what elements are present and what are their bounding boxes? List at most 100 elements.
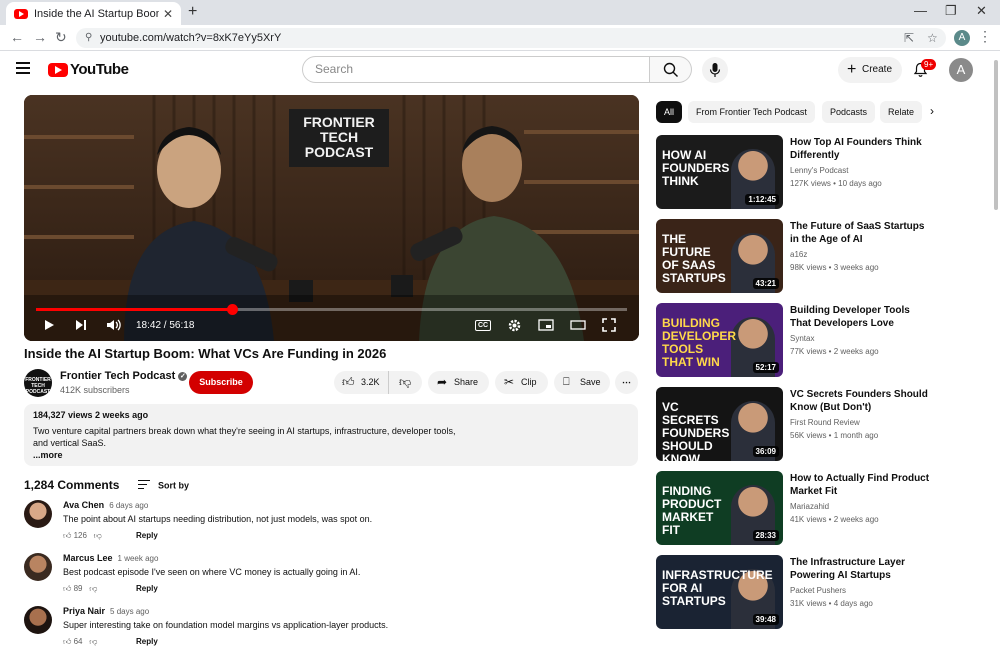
chips-next-chevron-icon[interactable]: › xyxy=(930,104,934,118)
recommended-channel[interactable]: Packet Pushers xyxy=(790,586,846,595)
browser-tab-bar: Inside the AI Startup Boom: Wh... ✕ + — … xyxy=(0,0,1000,25)
captions-icon[interactable]: CC xyxy=(475,320,492,331)
comment-dislike-icon[interactable]: 👎︎ xyxy=(89,584,97,593)
dislike-button[interactable]: 👎︎ xyxy=(390,371,422,394)
scissors-icon: ✂ xyxy=(504,375,515,389)
page-scrollbar[interactable] xyxy=(994,60,998,210)
description-box[interactable]: 184,327 views 2 weeks ago Two venture ca… xyxy=(24,404,638,466)
settings-gear-icon[interactable] xyxy=(507,318,522,333)
comment-actions: 👍︎ 126 👎︎ xyxy=(63,531,102,541)
video-thumbnail[interactable]: BUILDING DEVELOPER TOOLS THAT WIN 52:17 xyxy=(656,303,783,377)
subscribe-button[interactable]: Subscribe xyxy=(189,371,253,394)
browser-menu-icon[interactable]: ⋮ xyxy=(978,28,992,45)
video-thumbnail[interactable]: THE FUTURE OF SAAS STARTUPS 43:21 xyxy=(656,219,783,293)
site-info-icon[interactable]: ⚲ xyxy=(85,28,92,48)
create-button[interactable]: + Create xyxy=(838,57,902,83)
recommended-channel[interactable]: First Round Review xyxy=(790,418,860,427)
new-tab-button[interactable]: + xyxy=(188,3,197,21)
recommended-title[interactable]: The Future of SaaS Startups in the Age o… xyxy=(790,220,930,246)
back-icon[interactable]: ← xyxy=(10,29,24,45)
channel-name[interactable]: Frontier Tech Podcast ✓ xyxy=(60,370,188,382)
next-icon[interactable] xyxy=(74,318,88,332)
search-input[interactable]: Search xyxy=(302,56,650,83)
forward-icon[interactable]: → xyxy=(33,29,47,45)
reload-icon[interactable]: ↻ xyxy=(55,29,67,46)
recommended-title[interactable]: VC Secrets Founders Should Know (But Don… xyxy=(790,388,930,414)
recommended-channel[interactable]: Lenny's Podcast xyxy=(790,166,848,175)
comment-like-icon[interactable]: 👍︎ xyxy=(63,637,71,646)
reply-button[interactable]: Reply xyxy=(136,584,158,593)
progress-bar[interactable] xyxy=(36,304,627,315)
voice-search-button[interactable] xyxy=(702,57,728,83)
more-actions-button[interactable]: ⋯ xyxy=(615,371,638,394)
comment-author[interactable]: Priya Nair xyxy=(63,606,105,616)
youtube-logo[interactable]: YouTube xyxy=(48,61,129,78)
menu-icon[interactable] xyxy=(16,62,30,77)
commenter-avatar[interactable] xyxy=(24,500,52,528)
tab-close-icon[interactable]: ✕ xyxy=(163,7,173,21)
chip-related[interactable]: Relate xyxy=(880,101,923,123)
like-button[interactable]: 👍︎ 3.2K xyxy=(334,371,389,394)
fullscreen-icon[interactable] xyxy=(602,318,616,332)
recommended-video[interactable]: THE FUTURE OF SAAS STARTUPS 43:21 The Futu… xyxy=(656,219,976,293)
volume-icon[interactable] xyxy=(106,318,122,332)
sort-by-button[interactable]: Sort by xyxy=(138,480,189,492)
chip-podcasts[interactable]: Podcasts xyxy=(822,101,876,123)
recommended-channel[interactable]: Mariazahid xyxy=(790,502,829,511)
theater-mode-icon[interactable] xyxy=(570,318,586,332)
bookmark-star-icon[interactable]: ☆ xyxy=(927,28,938,48)
commenter-avatar[interactable] xyxy=(24,553,52,581)
save-button[interactable]: ⎕ Save xyxy=(554,371,610,394)
bookmark-icon: ⎕ xyxy=(563,376,570,388)
share-label: Share xyxy=(454,377,479,387)
window-close-icon[interactable]: ✕ xyxy=(976,3,987,19)
browser-tab[interactable]: Inside the AI Startup Boom: Wh... ✕ xyxy=(6,2,181,25)
recommended-video[interactable]: VC SECRETS FOUNDERS SHOULD KNOW 36:09 VC S… xyxy=(656,387,976,461)
recommended-title[interactable]: The Infrastructure Layer Powering AI Sta… xyxy=(790,556,930,582)
comment-like-icon[interactable]: 👍︎ xyxy=(63,531,71,540)
description-more-link[interactable]: ...more xyxy=(33,449,629,461)
commenter-avatar[interactable] xyxy=(24,606,52,634)
comment-dislike-icon[interactable]: 👎︎ xyxy=(89,637,97,646)
recommended-video[interactable]: INFRASTRUCTURE FOR AI STARTUPS 39:48 The I… xyxy=(656,555,976,629)
reply-button[interactable]: Reply xyxy=(136,637,158,646)
install-icon[interactable]: ⇱ xyxy=(904,28,914,48)
video-thumbnail[interactable]: VC SECRETS FOUNDERS SHOULD KNOW 36:09 xyxy=(656,387,783,461)
youtube-wordmark: YouTube xyxy=(70,61,129,78)
recommended-title[interactable]: How Top AI Founders Think Differently xyxy=(790,136,930,162)
comment-author[interactable]: Ava Chen xyxy=(63,500,104,510)
video-player[interactable]: FRONTIER TECH PODCAST 18:42 / 56:18 CC xyxy=(24,95,639,341)
comment-author[interactable]: Marcus Lee xyxy=(63,553,113,563)
recommended-video[interactable]: BUILDING DEVELOPER TOOLS THAT WIN 52:17 Bu… xyxy=(656,303,976,377)
search-button[interactable] xyxy=(650,56,692,83)
miniplayer-icon[interactable] xyxy=(538,318,554,332)
chip-from-channel[interactable]: From Frontier Tech Podcast xyxy=(688,101,815,123)
recommended-channel[interactable]: a16z xyxy=(790,250,807,259)
comment-like-icon[interactable]: 👍︎ xyxy=(63,584,71,593)
address-bar-row: ← → ↻ ⚲ youtube.com/watch?v=8xK7eYy5XrY … xyxy=(0,25,1000,51)
clip-button[interactable]: ✂ Clip xyxy=(495,371,548,394)
share-button[interactable]: ➦ Share xyxy=(428,371,489,394)
minimize-icon[interactable]: — xyxy=(914,3,927,18)
recommended-video[interactable]: HOW AI FOUNDERS THINK 1:12:45 How Top AI F… xyxy=(656,135,976,209)
recommended-title[interactable]: Building Developer Tools That Developers… xyxy=(790,304,930,330)
video-thumbnail[interactable]: FINDING PRODUCT MARKET FIT 28:33 xyxy=(656,471,783,545)
recommended-title[interactable]: How to Actually Find Product Market Fit xyxy=(790,472,930,498)
channel-avatar[interactable]: FRONTIER TECH PODCAST xyxy=(24,369,52,397)
maximize-icon[interactable]: ❐ xyxy=(945,3,957,19)
account-avatar[interactable]: A xyxy=(949,58,973,82)
reply-button[interactable]: Reply xyxy=(136,531,158,540)
url-field[interactable]: ⚲ youtube.com/watch?v=8xK7eYy5XrY ⇱ ☆ xyxy=(76,28,946,48)
play-icon[interactable] xyxy=(42,318,56,332)
chip-all[interactable]: All xyxy=(656,101,683,123)
video-duration: 36:09 xyxy=(752,446,779,457)
video-thumbnail[interactable]: HOW AI FOUNDERS THINK 1:12:45 xyxy=(656,135,783,209)
recommended-channel[interactable]: Syntax xyxy=(790,334,814,343)
comment-text: Super interesting take on foundation mod… xyxy=(63,620,389,630)
video-thumbnail[interactable]: INFRASTRUCTURE FOR AI STARTUPS 39:48 xyxy=(656,555,783,629)
browser-profile-avatar[interactable]: A xyxy=(954,30,970,46)
recommended-video[interactable]: FINDING PRODUCT MARKET FIT 28:33 How to Ac… xyxy=(656,471,976,545)
recommended-views: 31K views • 4 days ago xyxy=(790,599,873,608)
thumbnail-text: FINDING PRODUCT MARKET FIT xyxy=(662,484,722,537)
comment-dislike-icon[interactable]: 👎︎ xyxy=(94,531,102,540)
